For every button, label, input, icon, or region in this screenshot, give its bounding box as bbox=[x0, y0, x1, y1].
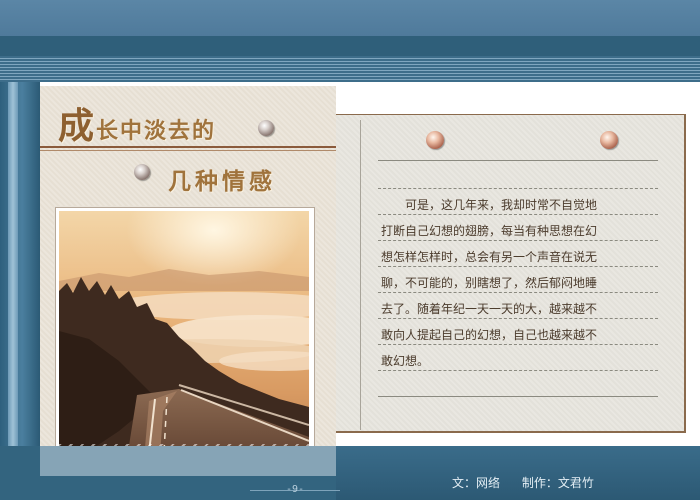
pushpin-icon bbox=[426, 131, 444, 149]
article-line: 可是，这几年来，我却时常不自觉地 bbox=[381, 198, 598, 212]
top-header-band bbox=[0, 0, 700, 36]
left-border-highlight bbox=[8, 82, 18, 500]
article-line: 想怎样怎样时，总会有另一个声音在说无 bbox=[381, 250, 598, 264]
article-text: 可是，这几年来，我却时常不自觉地 打断自己幻想的翅膀，每当有种思想在幻 想怎样怎… bbox=[381, 192, 659, 374]
title-line-1-text: 长中淡去的 bbox=[96, 118, 217, 144]
landscape-photo bbox=[59, 211, 309, 471]
article-line: 敢幻想。 bbox=[381, 354, 430, 368]
left-border-column bbox=[0, 82, 40, 500]
article-line: 聊，不可能的，别瞎想了，然后郁闷地睡 bbox=[381, 276, 598, 290]
note-margin-line bbox=[360, 120, 361, 430]
top-header-rule bbox=[0, 36, 700, 56]
note-rule bbox=[378, 160, 658, 162]
article-line: 去了。随着年纪一天一天的大，越来越不 bbox=[381, 302, 598, 316]
page-number: -9- bbox=[286, 484, 305, 495]
producer-credit: 制作：文君竹 bbox=[521, 476, 594, 490]
title-line-1: 成长中淡去的 bbox=[58, 97, 216, 149]
article-line: 敢向人提起自己的幻想，自己也越来越不 bbox=[381, 328, 598, 342]
note-rule bbox=[378, 396, 658, 398]
bottom-grid-band bbox=[40, 446, 336, 476]
title-divider-thin bbox=[40, 150, 336, 151]
pushpin-icon bbox=[134, 164, 150, 180]
bottom-bar bbox=[336, 446, 700, 500]
note-rule bbox=[378, 188, 658, 190]
pushpin-icon bbox=[258, 120, 274, 136]
author-credit: 文：网络 bbox=[452, 476, 501, 490]
top-header-stripes bbox=[0, 56, 700, 82]
title-line-2: 几种情感 bbox=[168, 168, 276, 195]
pushpin-icon bbox=[600, 131, 618, 149]
title-initial: 成 bbox=[58, 105, 97, 147]
title-divider bbox=[40, 146, 336, 148]
article-line: 打断自己幻想的翅膀，每当有种思想在幻 bbox=[381, 224, 598, 238]
credits: 文：网络 制作：文君竹 bbox=[452, 474, 612, 491]
